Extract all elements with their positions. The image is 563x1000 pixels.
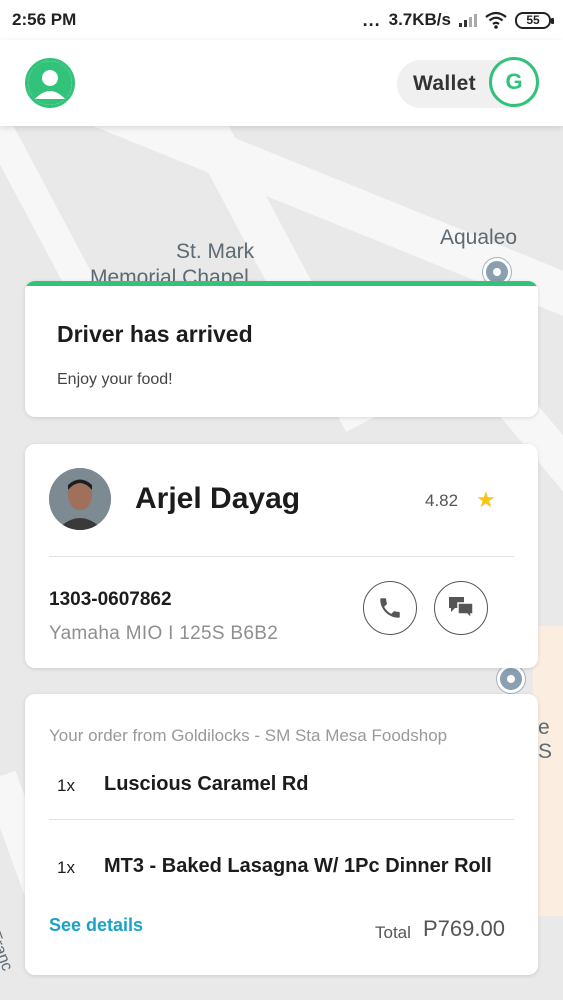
order-item-qty: 1x: [57, 776, 75, 795]
driver-photo-icon: [49, 468, 111, 530]
map-label-right: e S: [538, 716, 553, 763]
divider: [49, 819, 514, 820]
cellular-signal-icon: [459, 13, 477, 27]
network-speed: 3.7KB/s: [388, 10, 451, 29]
map-label-aqualeo: Aqualeo: [440, 226, 518, 249]
app-header: Wallet G: [0, 40, 563, 126]
driver-card: Arjel Dayag 4.82 ★ 1303-0607862 Yamaha M…: [25, 444, 538, 668]
driver-plate-number: 1303-0607862: [49, 589, 172, 610]
notification-dots: ...: [362, 9, 381, 30]
system-status-bar: 2:56 PM ... 3.7KB/s 55: [0, 0, 563, 40]
grab-wallet-icon: G: [489, 57, 539, 107]
wallet-button[interactable]: Wallet G: [397, 57, 539, 108]
total-value: P769.00: [423, 916, 505, 941]
map-label-chapel: St. Mark: [176, 240, 255, 263]
user-avatar-icon: [28, 61, 72, 105]
order-item-name: Luscious Caramel Rd: [104, 773, 309, 795]
status-time: 2:56 PM: [12, 10, 77, 29]
total-label: Total: [375, 923, 411, 942]
status-indicators: ... 3.7KB/s 55: [362, 9, 554, 31]
wallet-label: Wallet: [413, 72, 476, 95]
status-subtitle: Enjoy your food!: [57, 371, 173, 388]
battery-icon: 55: [515, 11, 554, 29]
star-icon: ★: [476, 487, 496, 512]
phone-icon: [380, 598, 400, 618]
call-driver-button[interactable]: [363, 581, 417, 635]
driver-vehicle: Yamaha MIO I 125S B6B2: [49, 623, 279, 644]
order-status-card: Driver has arrived Enjoy your food!: [25, 281, 538, 417]
map-label-street: M. Franc: [0, 908, 16, 974]
wifi-icon: [485, 11, 507, 29]
driver-rating: 4.82: [425, 491, 459, 510]
divider: [49, 556, 514, 557]
map-pin-icon[interactable]: [497, 665, 525, 693]
order-restaurant: Your order from Goldilocks - SM Sta Mesa…: [49, 726, 448, 745]
see-details-link[interactable]: See details: [49, 915, 143, 936]
chat-driver-button[interactable]: [434, 581, 488, 635]
order-item-name: MT3 - Baked Lasagna W/ 1Pc Dinner Roll: [104, 855, 492, 877]
driver-avatar: [49, 468, 111, 530]
order-summary-card: Your order from Goldilocks - SM Sta Mesa…: [25, 694, 538, 975]
chat-icon: [449, 597, 474, 620]
status-title: Driver has arrived: [57, 321, 253, 347]
driver-name: Arjel Dayag: [135, 482, 301, 515]
status-accent-bar: [25, 281, 538, 286]
order-item-qty: 1x: [57, 858, 75, 877]
profile-button[interactable]: [25, 58, 75, 108]
